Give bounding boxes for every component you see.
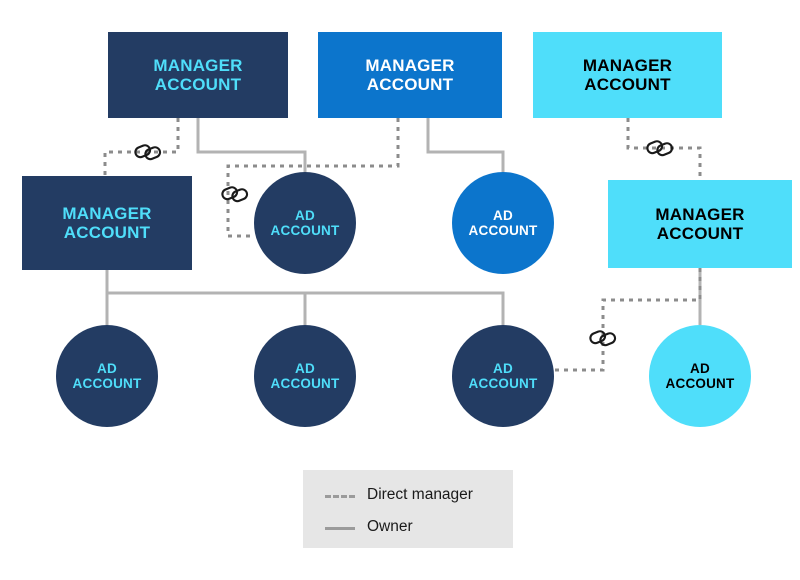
node-ad-bot-2[interactable]: AD ACCOUNT <box>254 325 356 427</box>
node-ad-bot-4[interactable]: AD ACCOUNT <box>649 325 751 427</box>
node-label-line1: AD <box>493 207 513 223</box>
owner-connector <box>426 118 505 172</box>
chain-link-icon <box>645 137 675 159</box>
node-label-line2: ACCOUNT <box>63 223 151 242</box>
node-label-line2: ACCOUNT <box>72 376 142 391</box>
node-label-line1: MANAGER <box>365 55 455 75</box>
node-label-line2: ACCOUNT <box>270 376 340 391</box>
node-label-line1: AD <box>295 207 315 223</box>
node-label-line1: AD <box>97 360 117 376</box>
node-ad-mid-1[interactable]: AD ACCOUNT <box>254 172 356 274</box>
node-ad-bot-3[interactable]: AD ACCOUNT <box>452 325 554 427</box>
node-label-line2: ACCOUNT <box>468 376 538 391</box>
node-label-line1: AD <box>493 360 513 376</box>
node-label-line1: MANAGER <box>582 55 673 75</box>
legend-label-direct-manager: Direct manager <box>367 486 473 503</box>
node-label-line2: ACCOUNT <box>154 75 242 94</box>
node-label-line2: ACCOUNT <box>665 376 735 391</box>
node-label-line2: ACCOUNT <box>584 75 671 94</box>
owner-connector <box>196 118 307 172</box>
node-ad-mid-2[interactable]: AD ACCOUNT <box>452 172 554 274</box>
node-label-line2: ACCOUNT <box>468 223 538 238</box>
node-mgr-mid-left[interactable]: MANAGER ACCOUNT <box>22 176 192 270</box>
node-label-line1: MANAGER <box>655 204 745 224</box>
node-label-line1: MANAGER <box>62 203 152 223</box>
owner-connector <box>105 270 505 325</box>
node-mgr-top-1[interactable]: MANAGER ACCOUNT <box>108 32 288 118</box>
node-mgr-mid-right[interactable]: MANAGER ACCOUNT <box>608 180 792 268</box>
chain-link-icon <box>588 327 618 349</box>
legend-label-owner: Owner <box>367 518 413 535</box>
node-label-line1: MANAGER <box>153 55 243 75</box>
chain-link-icon <box>133 141 163 163</box>
solid-line-icon <box>325 520 355 534</box>
legend-row-direct-manager: Direct manager <box>325 486 473 504</box>
node-mgr-top-2[interactable]: MANAGER ACCOUNT <box>318 32 502 118</box>
node-ad-bot-1[interactable]: AD ACCOUNT <box>56 325 158 427</box>
legend-panel: Direct manager Owner <box>303 470 513 548</box>
dashed-line-icon <box>325 488 355 502</box>
node-label-line1: AD <box>295 360 315 376</box>
node-mgr-top-3[interactable]: MANAGER ACCOUNT <box>533 32 722 118</box>
node-label-line2: ACCOUNT <box>656 224 744 243</box>
legend-row-owner: Owner <box>325 518 413 536</box>
node-label-line2: ACCOUNT <box>366 75 454 94</box>
node-label-line1: AD <box>690 360 710 376</box>
node-label-line2: ACCOUNT <box>270 223 340 238</box>
diagram-canvas: MANAGER ACCOUNT MANAGER ACCOUNT MANAGER ACCOU… <box>0 0 800 580</box>
chain-link-icon <box>220 183 250 205</box>
